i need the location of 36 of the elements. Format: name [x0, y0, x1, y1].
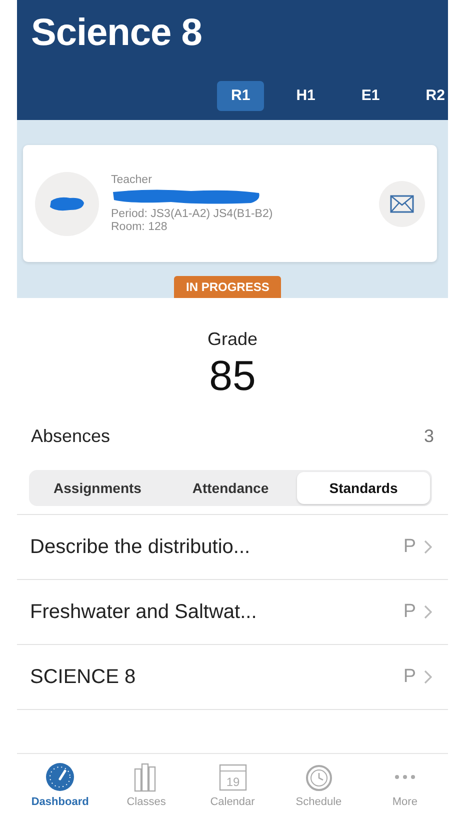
- section-tab[interactable]: E1: [347, 81, 394, 111]
- grade-value: 85: [208, 353, 257, 400]
- absences-count: 3: [424, 425, 434, 448]
- standard-mark: P: [403, 664, 416, 689]
- section-tab[interactable]: R1: [217, 81, 264, 111]
- email-button[interactable]: [379, 180, 425, 226]
- section-tab[interactable]: R2: [412, 81, 448, 111]
- redaction-mark: [48, 194, 86, 212]
- standard-title: Freshwater and Saltwat...: [30, 600, 258, 626]
- standard-mark: P: [403, 600, 416, 624]
- standard-row[interactable]: Freshwater and Saltwat... P: [17, 580, 448, 646]
- standard-title: SCIENCE 8: [30, 665, 137, 690]
- standard-row[interactable]: SCIENCE 8 P: [17, 645, 448, 710]
- status-badge: IN PROGRESS: [174, 276, 282, 298]
- segment-tab[interactable]: Attendance: [164, 472, 297, 504]
- segment-tab[interactable]: Assignments: [31, 472, 164, 504]
- segment-tab[interactable]: Standards: [297, 472, 430, 504]
- standard-row[interactable]: Describe the distributio... P: [17, 515, 448, 580]
- grade-label: Grade: [206, 328, 259, 351]
- standard-mark: P: [403, 534, 416, 559]
- mail-icon: [390, 194, 414, 212]
- room-text: Room: 128: [111, 220, 168, 234]
- page-title: Science 8: [31, 14, 202, 52]
- section-tab[interactable]: H1: [282, 81, 330, 111]
- calendar-icon: 19: [218, 762, 248, 792]
- gauge-icon: [45, 762, 76, 792]
- chevron-icon: [424, 540, 432, 554]
- teacher-role: Teacher: [111, 174, 153, 186]
- chevron-icon: [424, 670, 432, 684]
- clock-icon: [304, 762, 334, 792]
- standard-title: Describe the distributio...: [30, 535, 252, 560]
- chevron-icon: [424, 605, 432, 620]
- more-icon: [394, 775, 415, 779]
- absences-label: Absences: [31, 425, 110, 448]
- tab-bar-item[interactable]: Dashboard: [17, 762, 104, 815]
- period-text: Period: JS3(A1-A2) JS4(B1-B2): [111, 208, 274, 220]
